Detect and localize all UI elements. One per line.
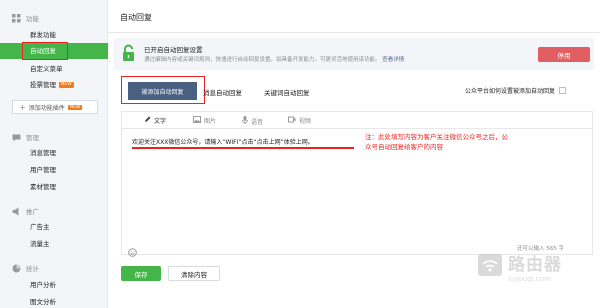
sidebar-item-messages[interactable]: 消息管理 xyxy=(0,145,108,161)
tool-text[interactable]: 文字 xyxy=(144,116,166,125)
editor-toolbar: 文字 图片 语音 视频 xyxy=(122,112,592,129)
app-window: 功能 群发功能 自动回复 自定义菜单 投票管理 NEW + 添加功能插件 NEW … xyxy=(0,0,600,308)
save-button[interactable]: 保存 xyxy=(121,266,161,281)
highlight-box xyxy=(22,42,68,60)
divider xyxy=(108,32,600,33)
details-link[interactable]: 查看详情 xyxy=(382,57,404,63)
help-link-text: 公众平台如何设置被添加自动回复 xyxy=(465,88,556,95)
sidebar-item-materials[interactable]: 素材管理 xyxy=(0,179,108,195)
sidebar-item-article-analysis[interactable]: 图文分析 xyxy=(0,294,108,308)
sidebar-item-label: 素材管理 xyxy=(30,183,56,191)
sidebar-item-advertiser[interactable]: 广告主 xyxy=(0,219,108,235)
section-header-promotion: 推广 xyxy=(12,206,39,216)
pen-icon xyxy=(144,116,151,125)
reply-editor: 文字 图片 语音 视频 欢迎关注XXX微信公众号，请输入“WIFI”点击“点击上… xyxy=(121,111,593,257)
highlight-underline xyxy=(132,147,354,149)
highlight-box xyxy=(121,76,205,104)
tool-voice[interactable]: 语音 xyxy=(242,116,263,126)
notice-title: 已开启自动回复设置 xyxy=(144,46,203,54)
sidebar-item-label: 投票管理 xyxy=(30,81,56,89)
lock-icon xyxy=(122,44,135,66)
annotation-note: 注：此处填写内容为客户关注微信公众号之后，公众号自动回复给客户的内容 xyxy=(365,133,508,151)
section-header-features: 功能 xyxy=(12,13,39,23)
new-badge: NEW xyxy=(67,104,83,110)
sidebar-item-label: 流量主 xyxy=(30,240,50,248)
wifi-icon xyxy=(478,253,502,280)
section-header-stats: 统计 xyxy=(12,263,39,273)
watermark-logo: 路由器 luyouqi.com xyxy=(478,250,562,283)
status-notice: 已开启自动回复设置 通过编辑内容或关键词规则，快速进行自动回复设置。如具备开发能… xyxy=(114,38,594,70)
tool-label: 文字 xyxy=(154,118,167,125)
sidebar-item-mass-send[interactable]: 群发功能 xyxy=(0,27,108,43)
sidebar-item-label: 群发功能 xyxy=(30,31,56,39)
checkbox[interactable] xyxy=(559,87,567,94)
chat-icon xyxy=(12,133,21,142)
add-plugin-button[interactable]: + 添加功能插件 NEW xyxy=(12,100,98,114)
tool-video[interactable]: 视频 xyxy=(288,116,311,125)
section-title: 统计 xyxy=(26,265,39,273)
tool-image[interactable]: 图片 xyxy=(193,116,216,125)
section-header-manage: 管理 xyxy=(12,132,39,142)
help-setting-link[interactable]: 公众平台如何设置被添加自动回复 xyxy=(465,86,567,95)
sidebar-item-label: 图文分析 xyxy=(30,298,56,306)
sidebar-item-label: 自定义菜单 xyxy=(30,65,63,73)
clear-button[interactable]: 清除内容 xyxy=(168,266,220,281)
reply-content-text[interactable]: 欢迎关注XXX微信公众号，请输入“WIFI”点击“点击上网”体验上网。 xyxy=(132,137,314,146)
watermark-subtitle: luyouqi.com xyxy=(508,275,551,283)
emoji-icon[interactable] xyxy=(128,242,137,261)
notice-desc-text: 通过编辑内容或关键词规则，快速进行自动回复设置。如具备开发能力，可更灵活地使用该… xyxy=(144,57,381,63)
disable-button[interactable]: 停用 xyxy=(538,47,590,62)
section-title: 推广 xyxy=(26,208,39,216)
sidebar: 功能 群发功能 自动回复 自定义菜单 投票管理 NEW + 添加功能插件 NEW … xyxy=(0,0,108,308)
chart-icon xyxy=(12,264,21,273)
sidebar-item-vote[interactable]: 投票管理 NEW xyxy=(0,77,108,93)
plus-icon: + xyxy=(19,102,26,112)
sidebar-item-user-analysis[interactable]: 用户分析 xyxy=(0,277,108,293)
main-panel: 自动回复 已开启自动回复设置 通过编辑内容或关键词规则，快速进行自动回复设置。如… xyxy=(108,0,600,308)
sidebar-item-label: 用户分析 xyxy=(30,281,56,289)
image-icon xyxy=(193,116,201,125)
video-icon xyxy=(288,116,296,125)
microphone-icon xyxy=(242,116,248,126)
watermark-title: 路由器 xyxy=(508,255,562,275)
section-title: 管理 xyxy=(26,134,39,142)
megaphone-icon xyxy=(12,207,21,216)
tab-keyword-auto-reply[interactable]: 关键词自动回复 xyxy=(264,87,310,97)
new-badge: NEW xyxy=(59,82,74,88)
add-plugin-label: 添加功能插件 xyxy=(28,104,65,112)
section-title: 功能 xyxy=(26,15,39,23)
tab-message-auto-reply[interactable]: 消息自动回复 xyxy=(203,87,242,97)
sidebar-item-label: 广告主 xyxy=(30,223,50,231)
notice-description: 通过编辑内容或关键词规则，快速进行自动回复设置。如具备开发能力，可更灵活地使用该… xyxy=(144,55,404,63)
tool-label: 视频 xyxy=(299,118,312,125)
sidebar-item-users[interactable]: 用户管理 xyxy=(0,162,108,178)
page-title: 自动回复 xyxy=(120,13,152,22)
tool-label: 图片 xyxy=(204,118,217,125)
sidebar-item-publisher[interactable]: 流量主 xyxy=(0,236,108,252)
grid-icon xyxy=(12,13,21,23)
sidebar-item-custom-menu[interactable]: 自定义菜单 xyxy=(0,61,108,77)
sidebar-item-label: 用户管理 xyxy=(30,166,56,174)
sidebar-item-label: 消息管理 xyxy=(30,149,56,157)
tool-label: 语音 xyxy=(251,118,264,126)
